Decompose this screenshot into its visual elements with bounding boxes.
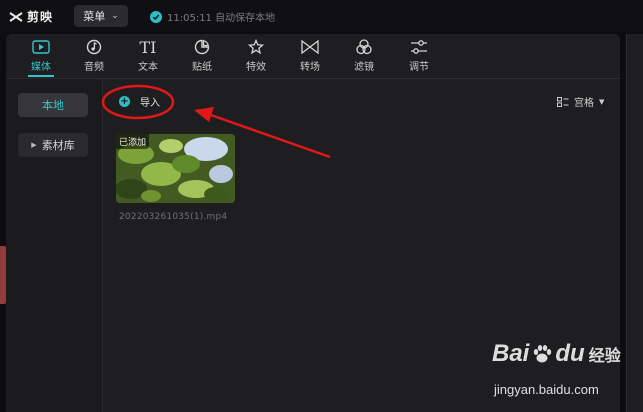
added-badge: 已添加 — [116, 134, 150, 149]
grid-view-icon — [557, 96, 569, 107]
tab-effects[interactable]: 特效 — [236, 37, 276, 73]
baidu-watermark: Bai du 经验 jingyan.baidu.com — [492, 340, 632, 406]
tab-filter-label: 滤镜 — [354, 62, 374, 73]
effects-icon — [248, 37, 264, 57]
import-button-label: 导入 — [140, 98, 160, 109]
tab-text-label: 文本 — [138, 62, 158, 73]
sticker-icon — [194, 37, 210, 57]
tab-sticker[interactable]: 贴纸 — [182, 37, 222, 73]
autosave-status: 11:05:11 自动保存本地 — [150, 9, 275, 24]
caret-down-icon: ▼ — [599, 97, 605, 106]
media-sidebar: 本地 ▶ 素材库 — [6, 79, 103, 412]
tab-transition[interactable]: 转场 — [290, 37, 330, 73]
sidebar-item-local[interactable]: 本地 — [18, 93, 88, 117]
paw-icon — [534, 345, 552, 363]
watermark-brand: Bai — [492, 340, 530, 367]
capcut-logo-icon — [9, 11, 23, 22]
transition-icon — [301, 37, 319, 57]
category-tabs: 媒体 音频 TI 文本 贴纸 特效 转场 滤镜 调节 — [6, 34, 620, 78]
left-edge-handle — [0, 246, 6, 304]
check-circle-icon — [150, 10, 162, 23]
watermark-url: jingyan.baidu.com — [494, 382, 599, 397]
tab-transition-label: 转场 — [300, 62, 320, 73]
tab-adjust-label: 调节 — [409, 62, 429, 73]
view-mode-label: 宫格 — [574, 98, 594, 109]
chevron-down-icon: ⌄ — [111, 11, 119, 21]
app-name: 剪映 — [27, 10, 54, 24]
tab-media-label: 媒体 — [31, 62, 51, 73]
app-logo: 剪映 — [9, 8, 53, 25]
adjust-icon — [410, 37, 428, 57]
tab-media[interactable]: 媒体 — [21, 37, 61, 73]
watermark-logo: Bai du 经验 — [492, 340, 621, 368]
media-thumbnail[interactable]: 已添加 — [116, 134, 235, 203]
tab-text[interactable]: TI 文本 — [128, 37, 168, 74]
audio-icon — [86, 37, 102, 57]
active-tab-indicator — [28, 75, 54, 77]
view-mode-toggle[interactable]: 宫格 ▼ — [557, 94, 604, 109]
import-button[interactable]: + 导入 — [119, 94, 160, 109]
text-icon: TI — [139, 37, 157, 57]
filter-icon — [355, 37, 373, 57]
watermark-brand-suffix: du — [555, 340, 585, 367]
tab-audio-label: 音频 — [84, 62, 104, 73]
caret-right-icon: ▶ — [31, 141, 37, 149]
title-bar: 剪映 菜单 ⌄ 11:05:11 自动保存本地 — [0, 0, 643, 32]
tab-audio[interactable]: 音频 — [74, 37, 114, 73]
tab-sticker-label: 贴纸 — [192, 62, 212, 73]
menu-button-label: 菜单 — [83, 10, 106, 23]
media-icon — [32, 37, 50, 57]
sidebar-item-library[interactable]: ▶ 素材库 — [18, 133, 88, 157]
tab-filter[interactable]: 滤镜 — [344, 37, 384, 73]
autosave-text: 11:05:11 自动保存本地 — [167, 13, 276, 24]
tab-effects-label: 特效 — [246, 62, 266, 73]
media-filename: 202203261035(1).mp4 — [119, 212, 228, 222]
plus-icon: + — [119, 95, 130, 107]
sidebar-item-library-label: 素材库 — [41, 139, 75, 152]
menu-button[interactable]: 菜单 ⌄ — [74, 5, 128, 27]
tab-adjust[interactable]: 调节 — [399, 37, 439, 73]
watermark-brand-cn: 经验 — [588, 348, 621, 365]
